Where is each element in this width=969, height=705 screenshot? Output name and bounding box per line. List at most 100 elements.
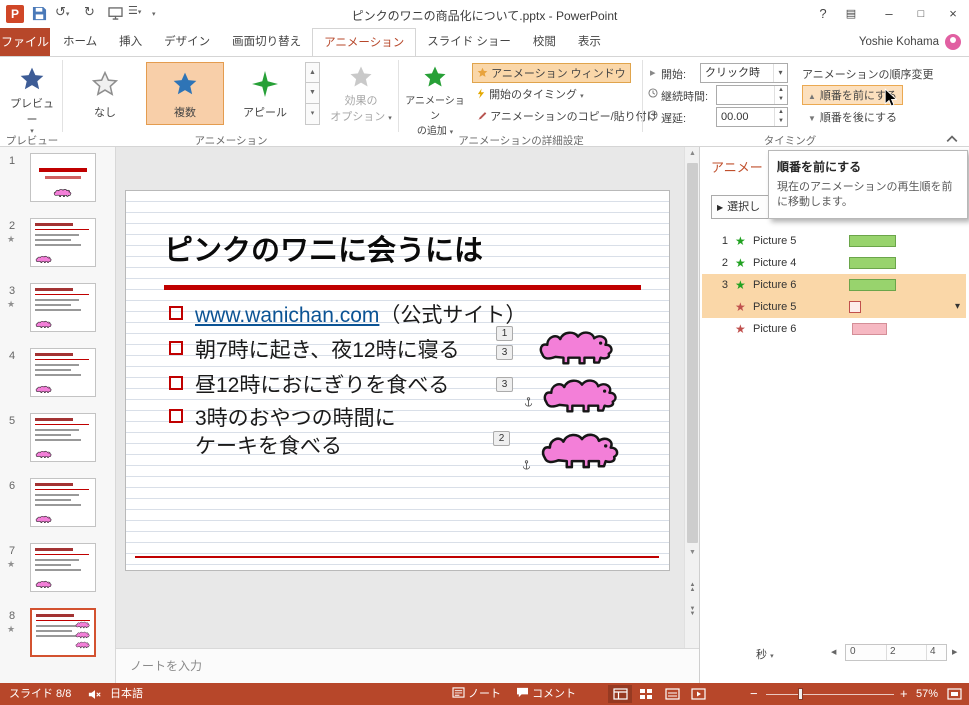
move-later-button[interactable]: ▼ 順番を後にする <box>802 107 903 127</box>
slideshow-view-button[interactable] <box>686 685 710 703</box>
timeline-scroll-left-icon[interactable]: ◀ <box>831 648 836 656</box>
tab-スライド ショー[interactable]: スライド ショー <box>416 28 522 56</box>
animation-star-icon[interactable]: ★ <box>7 234 15 245</box>
tab-デザイン[interactable]: デザイン <box>153 28 221 56</box>
animation-star-icon[interactable]: ★ <box>7 299 15 310</box>
play-selected-button[interactable]: ▶ 選択し <box>711 195 773 219</box>
animation-star-icon[interactable]: ★ <box>7 624 15 635</box>
slide-thumbnail-3[interactable] <box>30 283 96 332</box>
undo-button[interactable]: ↺▾ <box>55 4 69 20</box>
zoom-percentage[interactable]: 57% <box>916 683 938 705</box>
seconds-dropdown[interactable]: 秒 ▾ <box>756 646 774 662</box>
timeline-scroll-right-icon[interactable]: ▶ <box>952 648 957 656</box>
start-slideshow-icon[interactable] <box>108 7 123 20</box>
tab-アニメーション[interactable]: アニメーション <box>312 28 417 56</box>
account-area[interactable]: Yoshie Kohama <box>859 28 961 56</box>
zoom-in-button[interactable]: + <box>900 683 908 705</box>
animation-pane-toggle-button[interactable]: アニメーション ウィンドウ <box>472 63 631 83</box>
vertical-scrollbar[interactable]: ▲ ▼ ▲ ▲ ▼ ▼ <box>684 147 699 648</box>
notes-toggle-button[interactable]: ノート <box>452 683 501 705</box>
animation-order-badge[interactable]: 3 <box>496 345 513 360</box>
start-dropdown[interactable]: クリック時 ▾ <box>700 63 788 83</box>
collapse-ribbon-icon[interactable] <box>946 135 958 143</box>
notes-area[interactable]: ノートを入力 <box>116 648 699 683</box>
bullet-item-1[interactable]: www.wanichan.com（公式サイト） <box>169 299 526 329</box>
slide-thumbnail-6[interactable] <box>30 478 96 527</box>
slide-canvas[interactable]: ピンクのワニに会うには www.wanichan.com（公式サイト） 朝7時に… <box>125 190 670 571</box>
normal-view-button[interactable] <box>608 685 632 703</box>
scroll-up-icon[interactable]: ▲ <box>685 150 700 157</box>
qat-customize-button[interactable]: ▾ <box>152 4 156 19</box>
bullet-item-4[interactable]: 3時のおやつの時間に <box>169 402 396 432</box>
tab-表示[interactable]: 表示 <box>567 28 612 56</box>
save-icon[interactable] <box>32 6 47 21</box>
user-avatar-icon[interactable] <box>945 33 961 50</box>
help-button[interactable]: ? <box>809 0 837 28</box>
wanichan-link[interactable]: www.wanichan.com <box>195 304 379 327</box>
bullet-item-3[interactable]: 昼12時におにぎりを食べる <box>169 369 449 399</box>
speaker-mute-icon[interactable] <box>88 689 102 700</box>
slide-thumbnail-7[interactable] <box>30 543 96 592</box>
animation-painter-button[interactable]: アニメーションのコピー/貼り付け <box>472 107 662 127</box>
item-dropdown-icon[interactable]: ▾ <box>955 296 960 318</box>
scrollbar-thumb[interactable] <box>687 163 698 543</box>
maximize-button[interactable]: □ <box>907 0 935 28</box>
animation-order-badge[interactable]: 3 <box>496 377 513 392</box>
effect-options-button[interactable]: 効果の オプション ▾ <box>326 62 396 128</box>
minimize-button[interactable]: – <box>875 0 903 28</box>
tab-file[interactable]: ファイル <box>0 28 50 56</box>
zoom-out-button[interactable]: − <box>750 683 758 705</box>
slide-thumbnail-4[interactable] <box>30 348 96 397</box>
bullet-item-2[interactable]: 朝7時に起き、夜12時に寝る <box>169 334 460 364</box>
slide-title[interactable]: ピンクのワニに会うには <box>164 227 483 269</box>
animation-item-picture-4[interactable]: 2 ★ Picture 4 <box>702 252 966 274</box>
duration-spinner[interactable]: ▲ ▼ <box>716 85 788 105</box>
pink-crocodile-image-1[interactable] <box>528 327 628 369</box>
animation-item-picture-5[interactable]: ★ Picture 5 ▾ <box>702 296 966 318</box>
touch-mode-button[interactable]: ☰▾ <box>128 4 141 17</box>
gallery-scroll-down-icon[interactable]: ▼ <box>305 83 320 104</box>
tab-校閲[interactable]: 校閲 <box>522 28 567 56</box>
pink-crocodile-image-3[interactable] <box>532 429 632 473</box>
animation-item-picture-6[interactable]: ★ Picture 6 <box>702 318 966 340</box>
zoom-slider-handle[interactable] <box>798 688 803 700</box>
animation-none[interactable]: なし <box>66 62 144 125</box>
pink-crocodile-image-2[interactable] <box>532 375 632 417</box>
animation-order-badge[interactable]: 1 <box>496 326 513 341</box>
comments-toggle-button[interactable]: コメント <box>516 683 576 705</box>
bullet-item-5[interactable]: ケーキを食べる <box>195 430 342 460</box>
slide-thumbnail-5[interactable] <box>30 413 96 462</box>
slide-indicator[interactable]: スライド 8/8 <box>9 683 71 705</box>
animation-multiple[interactable]: 複数 <box>146 62 224 125</box>
scroll-down-icon[interactable]: ▼ <box>685 549 700 556</box>
animation-order-badge[interactable]: 2 <box>493 431 510 446</box>
add-animation-button[interactable]: アニメーション の追加 ▾ <box>402 62 468 137</box>
animation-appeal[interactable]: アピール <box>226 62 304 125</box>
timeline-scale[interactable]: 0 2 4 <box>845 644 947 661</box>
reading-view-button[interactable] <box>660 685 684 703</box>
slide-footer-line <box>135 556 659 558</box>
delay-spinner[interactable]: 00.00 ▲ ▼ <box>716 107 788 127</box>
animation-item-picture-5[interactable]: 1 ★ Picture 5 <box>702 230 966 252</box>
fit-slide-button[interactable] <box>942 685 966 703</box>
previous-slide-button[interactable]: ▲ ▲ <box>685 582 700 593</box>
tab-画面切り替え[interactable]: 画面切り替え <box>221 28 312 56</box>
slide-thumbnail-8[interactable] <box>30 608 96 657</box>
redo-button[interactable]: ↻ <box>84 4 95 20</box>
tab-挿入[interactable]: 挿入 <box>108 28 153 56</box>
gallery-more-icon[interactable]: ▾ <box>305 104 320 125</box>
slide-thumbnail-2[interactable] <box>30 218 96 267</box>
slide-thumbnail-1[interactable] <box>30 153 96 202</box>
ribbon-display-options-button[interactable]: ▤ <box>837 0 865 28</box>
close-button[interactable]: × <box>939 0 967 28</box>
slide-sorter-view-button[interactable] <box>634 685 658 703</box>
trigger-button[interactable]: 開始のタイミング ▾ <box>472 85 588 105</box>
zoom-slider-track[interactable] <box>766 694 894 695</box>
tab-ホーム[interactable]: ホーム <box>52 28 108 56</box>
language-indicator[interactable]: 日本語 <box>110 683 143 705</box>
gallery-scroll-up-icon[interactable]: ▲ <box>305 62 320 83</box>
preview-button[interactable]: プレビュー ▾ <box>6 62 58 135</box>
animation-item-picture-6[interactable]: 3 ★ Picture 6 <box>702 274 966 296</box>
animation-star-icon[interactable]: ★ <box>7 559 15 570</box>
next-slide-button[interactable]: ▼ ▼ <box>685 606 700 617</box>
